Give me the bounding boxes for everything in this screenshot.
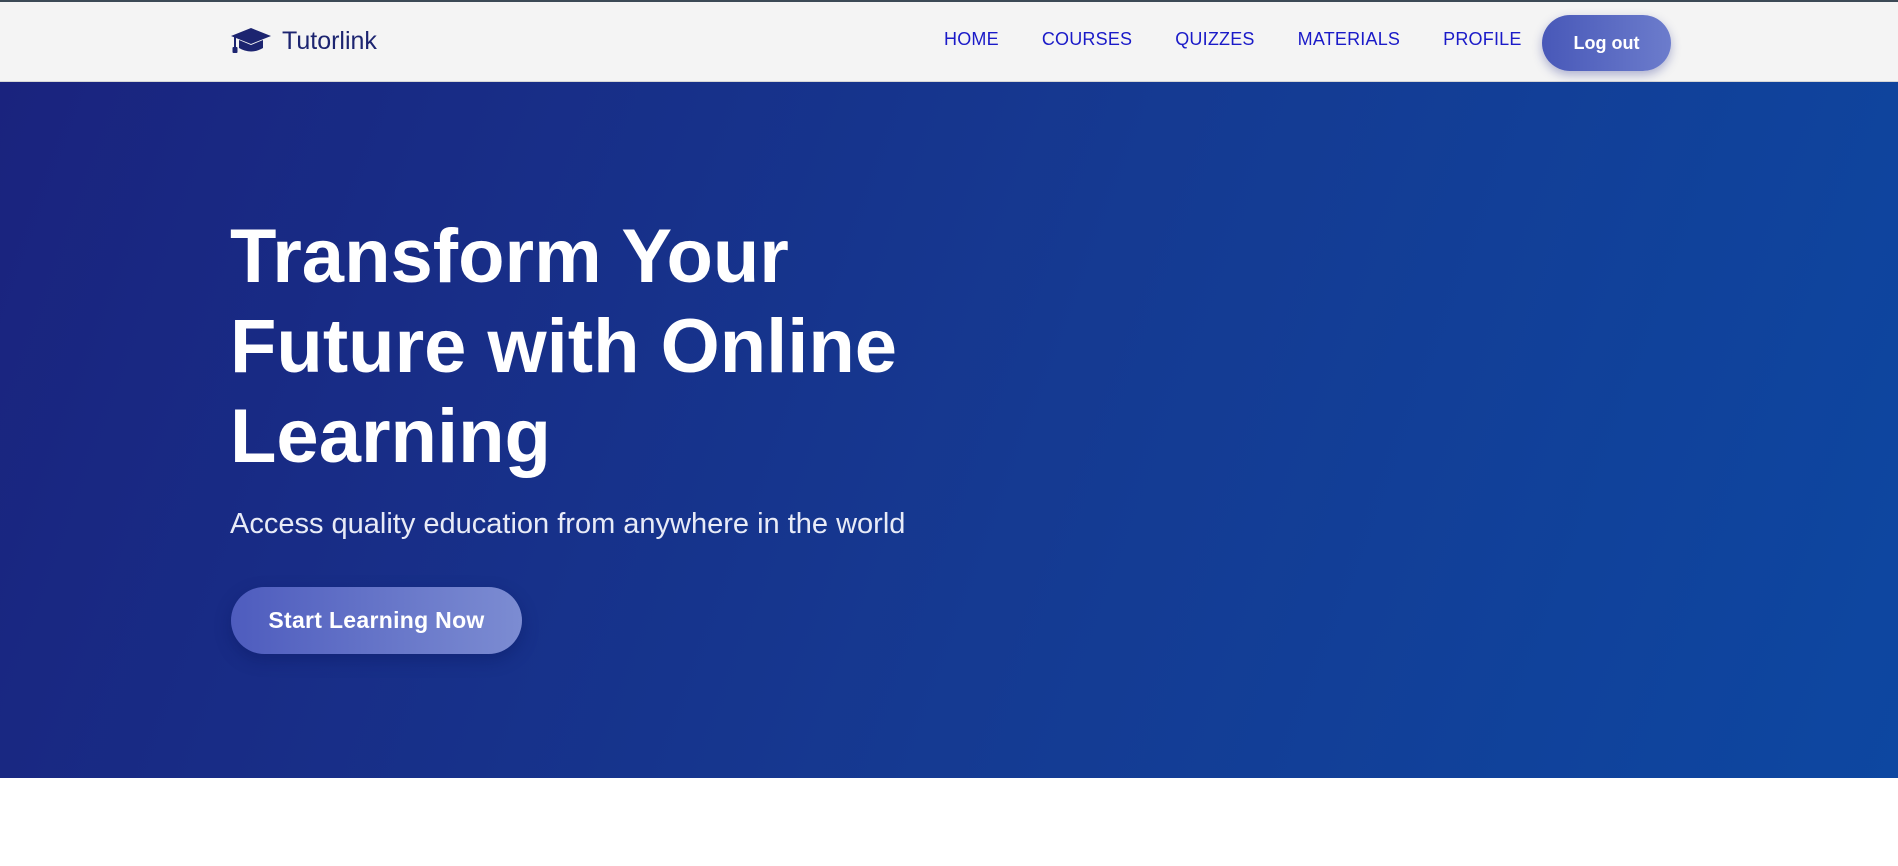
start-learning-button[interactable]: Start Learning Now — [231, 587, 522, 654]
graduation-cap-icon — [230, 26, 272, 56]
nav-link-materials[interactable]: MATERIALS — [1298, 29, 1401, 50]
brand[interactable]: Tutorlink — [230, 26, 377, 56]
hero-subtitle: Access quality education from anywhere i… — [230, 508, 906, 540]
hero-title: Transform Your Future with Online Learni… — [230, 214, 898, 479]
brand-name: Tutorlink — [282, 26, 377, 55]
navbar: Tutorlink HOME COURSES QUIZZES MATERIALS… — [0, 2, 1898, 82]
page-content-area — [0, 778, 1898, 866]
logout-button[interactable]: Log out — [1542, 15, 1671, 71]
nav-link-courses[interactable]: COURSES — [1042, 29, 1132, 50]
nav-link-profile[interactable]: PROFILE — [1443, 29, 1521, 50]
nav-link-home[interactable]: HOME — [944, 29, 999, 50]
nav-link-quizzes[interactable]: QUIZZES — [1175, 29, 1254, 50]
nav-links: HOME COURSES QUIZZES MATERIALS PROFILE — [944, 29, 1522, 50]
hero-section: Transform Your Future with Online Learni… — [0, 82, 1898, 778]
